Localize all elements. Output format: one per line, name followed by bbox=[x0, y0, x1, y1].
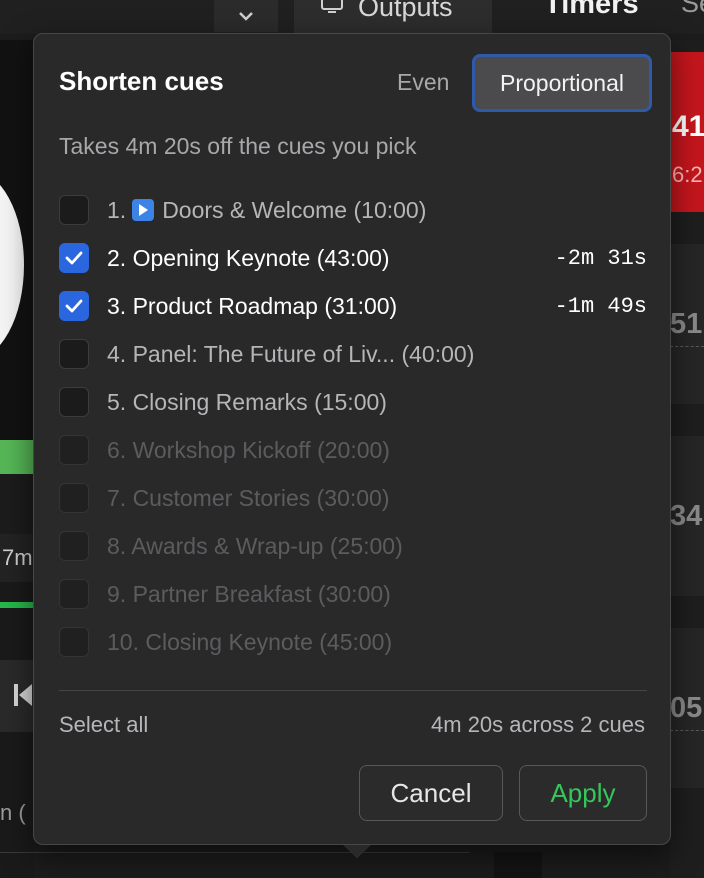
cue-label-text: 9. Partner Breakfast (30:00) bbox=[107, 580, 391, 607]
timer-card[interactable]: 34 bbox=[670, 436, 704, 596]
cue-label-text: 5. Closing Remarks (15:00) bbox=[107, 388, 387, 415]
select-all-link[interactable]: Select all bbox=[59, 712, 148, 738]
cue-label: 5. Closing Remarks (15:00) bbox=[107, 389, 387, 416]
cue-label: 1. Doors & Welcome (10:00) bbox=[107, 197, 426, 224]
play-icon bbox=[132, 199, 155, 221]
tab-outputs-label: Outputs bbox=[358, 0, 453, 22]
tab-timers[interactable]: Timers bbox=[544, 0, 639, 21]
cue-row[interactable]: 5. Closing Remarks (15:00) bbox=[59, 378, 647, 426]
cue-number: 1. bbox=[107, 196, 127, 223]
cue-label: 10. Closing Keynote (45:00) bbox=[107, 629, 392, 656]
popover-title: Shorten cues bbox=[59, 66, 224, 96]
cue-checkbox[interactable] bbox=[59, 243, 89, 273]
cue-label-text: 6. Workshop Kickoff (20:00) bbox=[107, 436, 390, 463]
cue-checkbox[interactable] bbox=[59, 291, 89, 321]
transport-controls bbox=[0, 660, 34, 732]
cue-reduction: -1m 49s bbox=[554, 293, 647, 319]
timer-subvalue: 6:2 bbox=[672, 162, 703, 187]
cue-row[interactable]: 1. Doors & Welcome (10:00) bbox=[59, 186, 647, 234]
cue-label-text: Doors & Welcome (10:00) bbox=[162, 196, 427, 223]
shorten-cues-popover: Shorten cues Even Proportional Takes 4m … bbox=[33, 33, 671, 845]
left-time-readout: 7m bbox=[0, 534, 34, 582]
cue-row: 7. Customer Stories (30:00) bbox=[59, 474, 647, 522]
chevron-down-icon bbox=[239, 12, 253, 21]
cue-row: 9. Partner Breakfast (30:00) bbox=[59, 570, 647, 618]
popover-pointer bbox=[344, 845, 370, 857]
cue-list: 1. Doors & Welcome (10:00) 2. Opening Keyn… bbox=[59, 186, 647, 666]
cue-label-text: 8. Awards & Wrap-up (25:00) bbox=[107, 532, 403, 559]
chevron-down-button[interactable] bbox=[214, 0, 278, 32]
timer-value: 05 bbox=[670, 692, 703, 724]
cue-row[interactable]: 3. Product Roadmap (31:00) -1m 49s bbox=[59, 282, 647, 330]
cue-label-text: 4. Panel: The Future of Liv... (40:00) bbox=[107, 340, 475, 367]
timer-card[interactable]: 51 bbox=[670, 244, 704, 404]
cue-row: 10. Closing Keynote (45:00) bbox=[59, 618, 647, 666]
tab-settings[interactable]: Se bbox=[681, 0, 704, 19]
cue-row[interactable]: 2. Opening Keynote (43:00) -2m 31s bbox=[59, 234, 647, 282]
cancel-button[interactable]: Cancel bbox=[359, 765, 503, 821]
timer-value: 34 bbox=[670, 500, 703, 532]
preview-shape bbox=[0, 170, 24, 360]
output-preview bbox=[0, 40, 34, 440]
cue-label: 7. Customer Stories (30:00) bbox=[107, 485, 390, 512]
cue-label: 4. Panel: The Future of Liv... (40:00) bbox=[107, 341, 474, 368]
divider bbox=[670, 346, 704, 347]
monitor-icon bbox=[321, 0, 343, 13]
left-panel-section bbox=[0, 474, 34, 534]
cue-label: 2. Opening Keynote (43:00) bbox=[107, 245, 390, 272]
cue-reduction: -2m 31s bbox=[554, 245, 647, 271]
cue-label-text: 3. Product Roadmap (31:00) bbox=[107, 292, 398, 319]
progress-line bbox=[0, 602, 34, 608]
timer-value: 51 bbox=[670, 308, 703, 340]
cue-label: 9. Partner Breakfast (30:00) bbox=[107, 581, 391, 608]
apply-button[interactable]: Apply bbox=[519, 765, 647, 821]
cue-checkbox bbox=[59, 531, 89, 561]
timer-card[interactable]: 05 bbox=[670, 628, 704, 788]
checkmark-icon bbox=[65, 299, 83, 313]
popover-subtitle: Takes 4m 20s off the cues you pick bbox=[59, 133, 417, 159]
bottom-bar bbox=[494, 852, 542, 878]
cue-row: 8. Awards & Wrap-up (25:00) bbox=[59, 522, 647, 570]
cue-checkbox bbox=[59, 627, 89, 657]
progress-bar bbox=[0, 440, 34, 474]
cue-checkbox bbox=[59, 579, 89, 609]
divider bbox=[670, 730, 704, 731]
tab-outputs[interactable]: Outputs bbox=[294, 0, 492, 34]
footer-divider bbox=[59, 690, 647, 691]
left-bottom-text: n ( bbox=[0, 800, 26, 825]
cue-checkbox[interactable] bbox=[59, 387, 89, 417]
reduction-summary: 4m 20s across 2 cues bbox=[431, 712, 645, 737]
cue-checkbox bbox=[59, 435, 89, 465]
timer-card-live[interactable]: 41 6:2 bbox=[670, 52, 704, 212]
cue-checkbox bbox=[59, 483, 89, 513]
cue-checkbox[interactable] bbox=[59, 195, 89, 225]
mode-even-button[interactable]: Even bbox=[397, 69, 449, 96]
cue-label-text: 2. Opening Keynote (43:00) bbox=[107, 244, 390, 271]
divider bbox=[0, 852, 470, 853]
cue-row: 6. Workshop Kickoff (20:00) bbox=[59, 426, 647, 474]
checkmark-icon bbox=[65, 251, 83, 265]
cue-label: 6. Workshop Kickoff (20:00) bbox=[107, 437, 390, 464]
cue-label: 8. Awards & Wrap-up (25:00) bbox=[107, 533, 403, 560]
cue-label: 3. Product Roadmap (31:00) bbox=[107, 293, 397, 320]
timer-value: 41 bbox=[672, 110, 704, 143]
cue-label-text: 7. Customer Stories (30:00) bbox=[107, 484, 390, 511]
mode-proportional-button[interactable]: Proportional bbox=[472, 54, 652, 112]
cue-checkbox[interactable] bbox=[59, 339, 89, 369]
cue-row[interactable]: 4. Panel: The Future of Liv... (40:00) bbox=[59, 330, 647, 378]
cue-label-text: 10. Closing Keynote (45:00) bbox=[107, 628, 393, 655]
skip-previous-icon[interactable] bbox=[14, 684, 32, 706]
